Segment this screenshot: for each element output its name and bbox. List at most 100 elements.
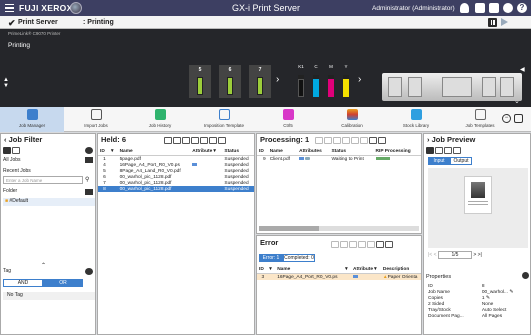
move-icon[interactable] xyxy=(333,137,341,144)
col-name[interactable]: Name xyxy=(275,266,342,274)
move-down-icon[interactable] xyxy=(342,137,350,144)
tool-job-history[interactable]: Job History xyxy=(128,107,192,132)
minus-icon[interactable]: − xyxy=(502,114,511,123)
pencil-icon[interactable]: ✎ xyxy=(486,296,490,301)
filter-all-jobs[interactable]: All Jobs xyxy=(3,157,21,163)
tab-output[interactable]: Output xyxy=(450,157,472,165)
play-icon[interactable] xyxy=(331,241,339,248)
more-icon[interactable] xyxy=(385,241,393,248)
table-row[interactable]: 5 8Page_A4_Land_R0_V0.pdf Suspended xyxy=(98,168,254,174)
no-tag-item[interactable]: No Tag xyxy=(3,292,95,300)
copy-icon[interactable] xyxy=(340,241,348,248)
col-id[interactable]: ID xyxy=(98,148,108,156)
tool-stock-library[interactable]: Stock Library xyxy=(384,107,448,132)
copy-icon[interactable] xyxy=(173,137,181,144)
tab-input[interactable]: Input xyxy=(428,157,450,165)
held-actions xyxy=(164,136,227,148)
next-page-icon[interactable]: > xyxy=(473,252,476,258)
tool-ctrl5[interactable]: Ctrl5 xyxy=(256,107,320,132)
col-name[interactable]: Name xyxy=(267,148,298,156)
splitter-handle[interactable]: ⌃ xyxy=(41,262,46,269)
toner-c[interactable]: C xyxy=(312,64,320,98)
delete-icon[interactable] xyxy=(360,137,368,144)
link-icon[interactable] xyxy=(315,137,323,144)
toner-y[interactable]: Y xyxy=(342,64,350,98)
last-page-icon[interactable]: >| xyxy=(478,252,482,258)
tab-completed[interactable]: Completed: 0 xyxy=(283,254,315,262)
search-icon[interactable]: ⚲ xyxy=(85,176,89,183)
delete-icon[interactable] xyxy=(358,241,366,248)
printer-icon[interactable] xyxy=(489,3,499,13)
first-page-icon[interactable]: |< xyxy=(428,252,432,258)
properties-settings-icon[interactable] xyxy=(522,272,529,279)
col-rip[interactable]: RIP Processing xyxy=(373,148,421,156)
gear-icon[interactable] xyxy=(503,3,513,13)
edit-icon[interactable] xyxy=(191,137,199,144)
pencil-icon[interactable]: ✎ xyxy=(509,290,513,295)
delete-icon[interactable] xyxy=(200,137,208,144)
duplicate-icon[interactable] xyxy=(182,137,190,144)
close-icon[interactable] xyxy=(444,147,452,154)
tag-add-icon[interactable] xyxy=(85,268,93,275)
table-row[interactable]: 3 16Page_A4_Port_R0_V0.ps ▲Paper Orienta xyxy=(257,273,421,280)
prev-page-icon[interactable]: < xyxy=(434,252,437,258)
duplicate-icon[interactable] xyxy=(351,137,359,144)
duplicate-icon[interactable] xyxy=(367,241,375,248)
list-icon[interactable] xyxy=(3,147,11,154)
stop-icon[interactable] xyxy=(324,137,332,144)
table-row[interactable]: 4 16Page_A4_Port_R0_V0.ps Suspended xyxy=(98,162,254,168)
caret-left-icon[interactable]: ◀ xyxy=(520,66,525,73)
horizontal-scrollbar[interactable] xyxy=(259,226,419,231)
grid-icon[interactable] xyxy=(514,114,523,123)
toner-k1[interactable]: K1 xyxy=(297,64,305,98)
refresh-icon[interactable] xyxy=(12,147,20,154)
col-id[interactable]: ID xyxy=(257,148,268,156)
resume-button[interactable] xyxy=(501,18,508,26)
folder-add-icon[interactable] xyxy=(85,189,93,195)
add-icon[interactable] xyxy=(85,147,93,154)
tag-and-button[interactable]: AND xyxy=(3,279,43,287)
page-number[interactable]: 1/5 xyxy=(437,251,472,259)
help-icon[interactable]: ? xyxy=(517,3,527,13)
edit-icon[interactable] xyxy=(349,241,357,248)
settings-icon[interactable] xyxy=(369,137,377,144)
folder-default[interactable]: ■ #Default xyxy=(3,198,95,206)
tray-7[interactable]: 7 xyxy=(249,65,271,98)
tool-imposition-template[interactable]: Imposition Template xyxy=(192,107,256,132)
device-icon[interactable] xyxy=(475,3,485,13)
pause-button[interactable] xyxy=(488,18,497,27)
hamburger-menu-icon[interactable] xyxy=(5,4,14,12)
toner-m[interactable]: M xyxy=(327,64,335,98)
table-row-selected[interactable]: 8 00_warhol_pic_1128.pdf Suspended xyxy=(98,186,254,192)
page-icon[interactable] xyxy=(435,147,443,154)
more-icon[interactable] xyxy=(218,137,226,144)
tray-5[interactable]: 5 xyxy=(189,65,211,98)
chevron-down-icon[interactable]: ⌄ xyxy=(514,97,520,105)
play-icon[interactable] xyxy=(164,137,172,144)
col-status[interactable]: Status xyxy=(222,148,254,156)
tool-calibration[interactable]: Calibration xyxy=(320,107,384,132)
tool-import-jobs[interactable]: Import Jobs xyxy=(64,107,128,132)
col-status[interactable]: Status xyxy=(329,148,374,156)
settings-icon[interactable] xyxy=(376,241,384,248)
col-attributes[interactable]: Attributes xyxy=(297,148,330,156)
tool-job-manager[interactable]: Job Manager xyxy=(0,107,64,132)
arrow-up-down-icon[interactable]: ▲ ▼ xyxy=(3,77,9,89)
fit-icon[interactable] xyxy=(453,147,461,154)
col-attribute[interactable]: Attribute▼ xyxy=(351,266,381,274)
col-name[interactable]: Name xyxy=(117,148,191,156)
page-navigator: |< < 1/5 > >| xyxy=(428,251,482,259)
tag-or-button[interactable]: OR xyxy=(43,279,83,287)
table-row[interactable]: 9 Client.pdf Waiting to Print xyxy=(257,156,421,163)
play-icon[interactable] xyxy=(426,147,434,154)
col-id[interactable]: ID xyxy=(257,266,267,274)
tab-error[interactable]: Error: 1 xyxy=(259,254,283,262)
filter-recent-jobs[interactable]: Recent Jobs xyxy=(3,168,31,174)
col-description[interactable]: Description xyxy=(380,266,421,274)
more-icon[interactable] xyxy=(378,137,386,144)
tray-6[interactable]: 6 xyxy=(219,65,241,98)
col-attribute[interactable]: Attribute▼ xyxy=(190,148,223,156)
job-name-search-input[interactable]: Enter a Job Name xyxy=(3,176,83,184)
settings-icon[interactable] xyxy=(209,137,217,144)
user-icon[interactable] xyxy=(460,3,469,13)
